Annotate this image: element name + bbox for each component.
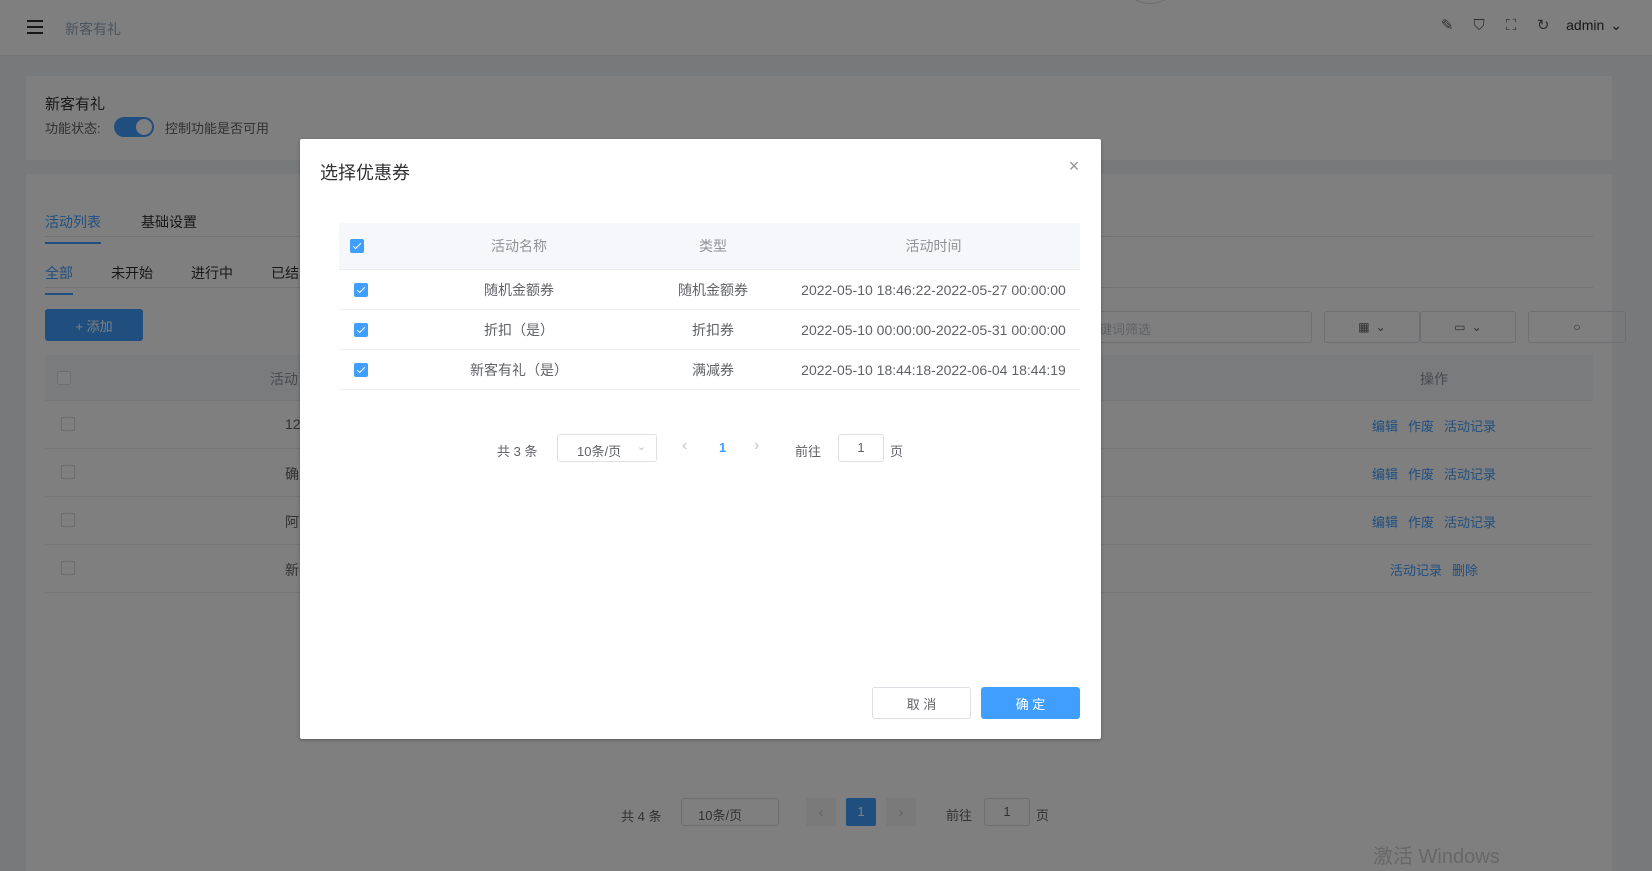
row-checkbox[interactable] xyxy=(354,322,368,337)
dialog-pagination: 共 3 条 10条/页 ⌄ ‹ 1 › 前往 1 页 xyxy=(497,434,917,462)
cancel-button[interactable]: 取 消 xyxy=(872,687,971,719)
page-size-value: 10条/页 xyxy=(577,444,622,459)
coupon-name: 折扣（是） xyxy=(484,321,554,338)
table-row[interactable]: 新客有礼（是） 满减券 2022-05-10 18:44:18-2022-06-… xyxy=(339,350,1080,390)
header-name: 活动名称 xyxy=(491,238,547,254)
coupon-type: 满减券 xyxy=(692,361,734,378)
coupon-table: 活动名称 类型 活动时间 随机金额券 随机金额券 2022-05-10 18:4… xyxy=(339,223,1080,390)
row-checkbox[interactable] xyxy=(354,282,368,297)
coupon-time: 2022-05-10 00:00:00-2022-05-31 00:00:00 xyxy=(801,321,1066,338)
coupon-time: 2022-05-10 18:44:18-2022-06-04 18:44:19 xyxy=(801,361,1066,378)
page-size-select[interactable]: 10条/页 ⌄ xyxy=(557,434,657,462)
dialog-title: 选择优惠券 xyxy=(320,163,410,183)
coupon-name: 随机金额券 xyxy=(484,281,554,298)
table-row[interactable]: 随机金额券 随机金额券 2022-05-10 18:46:22-2022-05-… xyxy=(339,270,1080,310)
coupon-type: 折扣券 xyxy=(692,321,734,338)
table-row[interactable]: 折扣（是） 折扣券 2022-05-10 00:00:00-2022-05-31… xyxy=(339,310,1080,350)
coupon-type: 随机金额券 xyxy=(678,281,748,298)
page-suffix: 页 xyxy=(890,444,904,459)
goto-input[interactable]: 1 xyxy=(838,434,884,462)
total-count: 共 3 条 xyxy=(497,444,538,459)
select-all-checkbox[interactable] xyxy=(350,239,364,253)
goto-label: 前往 xyxy=(795,444,822,459)
chevron-down-icon: ⌄ xyxy=(636,441,646,453)
next-page-icon[interactable]: › xyxy=(754,437,759,455)
confirm-button[interactable]: 确 定 xyxy=(981,687,1080,719)
prev-page-icon[interactable]: ‹ xyxy=(682,437,687,455)
coupon-time: 2022-05-10 18:46:22-2022-05-27 00:00:00 xyxy=(801,281,1066,298)
select-coupon-dialog: 选择优惠券 × 活动名称 类型 活动时间 随机金额券 随机金额券 2022-05… xyxy=(300,139,1101,739)
close-icon[interactable]: × xyxy=(1067,157,1081,175)
coupon-name: 新客有礼（是） xyxy=(470,361,568,378)
header-time: 活动时间 xyxy=(905,238,962,254)
coupon-table-header: 活动名称 类型 活动时间 xyxy=(339,223,1080,270)
header-type: 类型 xyxy=(699,238,727,254)
current-page[interactable]: 1 xyxy=(719,440,726,455)
row-checkbox[interactable] xyxy=(354,362,368,377)
